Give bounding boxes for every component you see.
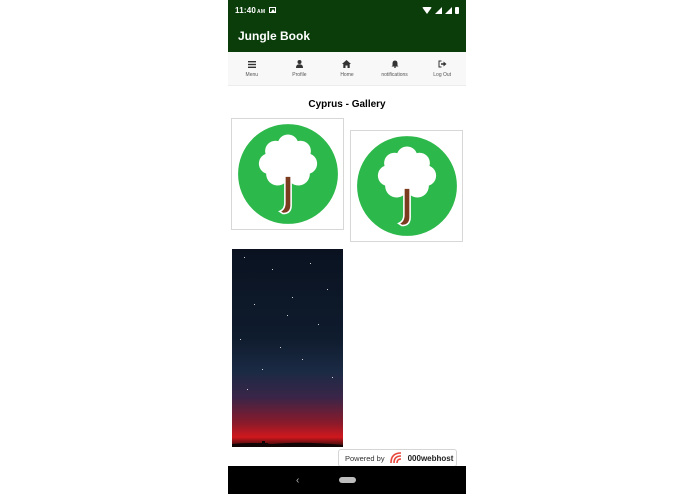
nav-label-logout: Log Out: [433, 71, 452, 78]
nav-label-notifications: notifications: [381, 71, 408, 78]
signal-icon: [435, 6, 442, 14]
back-icon[interactable]: ‹: [296, 475, 299, 486]
status-time: 11:40AM: [235, 5, 266, 15]
horizon-silhouette: [232, 441, 343, 447]
app-bar: Jungle Book: [228, 20, 466, 52]
gallery-image-2[interactable]: [350, 130, 463, 242]
star: [247, 389, 248, 390]
nav-item-menu[interactable]: Menu: [228, 52, 276, 85]
star: [254, 304, 255, 305]
star: [310, 263, 311, 264]
nav-label-profile: Profile: [292, 71, 307, 78]
menu-icon: [247, 60, 256, 69]
status-icons: [422, 6, 459, 14]
star: [327, 289, 328, 290]
star: [272, 269, 273, 270]
screen: 11:40AM Jungle Book Menu Profile Home no…: [0, 0, 695, 494]
status-bar: 11:40AM: [228, 0, 466, 20]
signal-icon-2: [445, 6, 452, 14]
gallery-image-1[interactable]: [231, 118, 344, 230]
star: [292, 297, 293, 298]
app-title: Jungle Book: [238, 29, 311, 43]
top-nav: Menu Profile Home notifications Log Out: [228, 52, 466, 86]
nav-label-menu: Menu: [245, 71, 259, 78]
gallery-title: Cyprus - Gallery: [308, 99, 386, 110]
bell-icon: [391, 60, 399, 69]
star: [318, 324, 319, 325]
powered-by-badge[interactable]: Powered by 000webhost: [338, 449, 457, 467]
image-notification-icon: [269, 7, 277, 13]
star: [332, 377, 333, 378]
system-nav-bar: ‹: [228, 466, 466, 494]
gallery-image-3[interactable]: [232, 249, 343, 447]
logout-icon: [438, 60, 447, 69]
powered-by-brand: 000webhost: [407, 453, 454, 463]
star: [244, 257, 245, 258]
home-pill-button[interactable]: [338, 477, 356, 483]
webhost-logo-icon: [389, 452, 401, 464]
battery-icon: [455, 6, 459, 14]
nav-item-logout[interactable]: Log Out: [418, 52, 466, 85]
tree-logo-icon: [235, 122, 340, 226]
wifi-icon: [422, 6, 432, 14]
star: [262, 369, 263, 370]
nav-item-notifications[interactable]: notifications: [371, 52, 419, 85]
tree-logo-icon-2: [354, 134, 459, 238]
nav-label-home: Home: [340, 71, 354, 78]
star: [240, 339, 241, 340]
home-icon: [342, 60, 352, 69]
star: [280, 347, 281, 348]
user-icon: [295, 60, 303, 69]
powered-by-text: Powered by: [345, 453, 385, 463]
star: [302, 359, 303, 360]
star: [287, 315, 288, 316]
nav-item-profile[interactable]: Profile: [276, 52, 324, 85]
nav-item-home[interactable]: Home: [323, 52, 371, 85]
